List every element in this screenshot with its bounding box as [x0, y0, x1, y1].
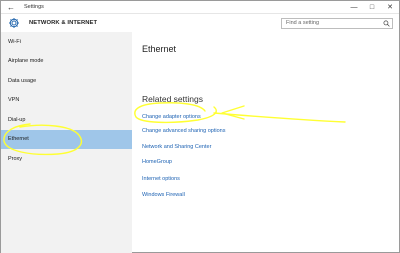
sidebar-item-dial-up[interactable]: Dial-up [1, 110, 132, 130]
sidebar-item-ethernet[interactable]: Ethernet [1, 129, 132, 149]
close-button[interactable]: ✕ [381, 1, 399, 14]
network-and-sharing-center-link[interactable]: Network and Sharing Center [142, 144, 211, 150]
page-title: Ethernet [142, 44, 177, 54]
section-heading: NETWORK & INTERNET [29, 20, 98, 26]
sidebar-item-label: VPN [8, 97, 20, 104]
search-box[interactable] [281, 17, 393, 29]
sidebar-item-label: Proxy [8, 155, 23, 162]
sidebar-item-label: Data usage [8, 77, 37, 84]
change-adapter-options-link[interactable]: Change adapter options [142, 114, 201, 120]
settings-header: NETWORK & INTERNET [1, 14, 399, 32]
sidebar-item-airplane-mode[interactable]: Airplane mode [1, 52, 132, 72]
sidebar: Wi-Fi Airplane mode Data usage VPN Dial-… [1, 32, 132, 253]
main-content: Ethernet Related settings Change adapter… [132, 32, 399, 253]
change-advanced-sharing-options-link[interactable]: Change advanced sharing options [142, 128, 225, 134]
sidebar-item-vpn[interactable]: VPN [1, 91, 132, 111]
sidebar-item-label: Airplane mode [8, 58, 44, 65]
sidebar-item-label: Ethernet [8, 136, 29, 143]
sidebar-item-wifi[interactable]: Wi-Fi [1, 32, 132, 52]
search-icon[interactable] [381, 19, 392, 28]
sidebar-item-proxy[interactable]: Proxy [1, 149, 132, 169]
gear-icon [5, 14, 23, 32]
homegroup-link[interactable]: HomeGroup [142, 159, 172, 165]
related-settings-heading: Related settings [142, 94, 203, 104]
sidebar-item-label: Dial-up [8, 116, 26, 123]
minimize-button[interactable]: — [345, 1, 363, 14]
search-input[interactable] [282, 18, 381, 28]
maximize-button[interactable]: □ [363, 1, 381, 14]
settings-window: ← Settings — □ ✕ NETWORK & INTERNET Find… [0, 0, 400, 253]
sidebar-item-data-usage[interactable]: Data usage [1, 71, 132, 91]
window-title: Settings [24, 4, 44, 10]
windows-firewall-link[interactable]: Windows Firewall [142, 192, 185, 198]
sidebar-item-label: Wi-Fi [8, 38, 21, 45]
internet-options-link[interactable]: Internet options [142, 176, 180, 182]
title-bar: ← Settings — □ ✕ [1, 1, 399, 14]
back-arrow-icon[interactable]: ← [4, 3, 18, 12]
